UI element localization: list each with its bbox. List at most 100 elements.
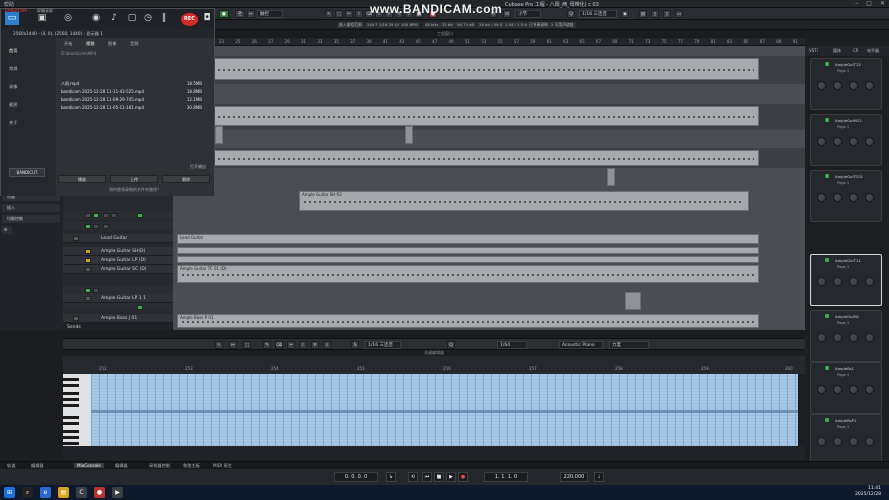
help-tip[interactable]: 如何更改录制的文件夹路径？	[56, 187, 214, 193]
bandicut-button[interactable]: BANDICUT	[9, 168, 45, 177]
screen-mode-icon[interactable]: ▭	[5, 12, 19, 25]
midi-event[interactable]: Lead Guitar	[177, 234, 759, 244]
tab-cr[interactable]: CR	[853, 48, 859, 53]
upload-button[interactable]: 上传	[110, 175, 158, 183]
midi-event[interactable]: Ample Guitar TC 01 (D)	[177, 265, 759, 283]
event-display[interactable]: Ample Guitar SH R2 Lead Guitar Ample Gui…	[173, 46, 805, 330]
piano-keyboard[interactable]	[63, 374, 91, 446]
quick-control-knob[interactable]	[849, 333, 858, 342]
grid-dropdown[interactable]: 1/16 三连音	[365, 341, 401, 349]
file-row[interactable]: bandicam 2025-12-28 11-11-43-525.mp4 18.…	[61, 89, 206, 96]
instrument-slot[interactable]: AmpleGuiTC01 Page 1	[810, 170, 882, 222]
black-key[interactable]	[63, 442, 79, 445]
sidebar-item-video[interactable]: 录像	[9, 84, 17, 90]
windows-start-icon[interactable]: ⊞	[4, 487, 15, 498]
sidebar-item-about[interactable]: 关于	[9, 120, 17, 126]
track-name[interactable]: Ample Guitar LP (D)	[101, 258, 146, 263]
quick-control-knob[interactable]	[833, 437, 842, 446]
solo-button[interactable]	[85, 258, 91, 263]
webcam-icon[interactable]: ◉	[89, 12, 103, 25]
track-row[interactable]: Ample Bass J 01	[63, 314, 173, 323]
quick-control-knob[interactable]	[849, 437, 858, 446]
stop-icon[interactable]: ■	[434, 472, 444, 482]
quick-control-knob[interactable]	[817, 333, 826, 342]
audio-event[interactable]	[607, 168, 615, 186]
zoom-tool-icon[interactable]: ⌕	[323, 341, 331, 349]
file-row[interactable]: bandicam 2025-12-28 11-09-29-745.mp4 12.…	[61, 97, 206, 104]
tab-audio[interactable]: 音频	[130, 41, 138, 47]
file-row[interactable]: bandicam 2025-12-28 11-05-11-181.mp4 30.…	[61, 105, 206, 112]
draw-tool-icon[interactable]: ✎	[263, 341, 271, 349]
track-row[interactable]: Ample Guitar SC (D)	[63, 265, 173, 274]
write-button[interactable]	[111, 212, 117, 218]
quick-control-knob[interactable]	[865, 81, 874, 90]
instrument-slot[interactable]: AmpleGuiM12 Page 1	[810, 114, 882, 166]
audio-event[interactable]	[405, 126, 413, 144]
minimize-icon[interactable]: –	[855, 0, 858, 7]
project-ruler[interactable]: 23 25 26 27 29 31 33 35 37 39 41 43 45 47 49 51 53 55 57 59…	[215, 38, 805, 46]
quick-control-knob[interactable]	[849, 277, 858, 286]
maximize-icon[interactable]: □	[866, 0, 872, 7]
timer-icon[interactable]: ◷	[141, 12, 155, 25]
folder-icon[interactable]: ▢	[125, 12, 139, 25]
close-icon[interactable]: ✕	[880, 0, 885, 7]
window-layout-icon[interactable]: ▤	[639, 10, 647, 18]
glue-tool-icon[interactable]: ⌇	[355, 10, 363, 18]
black-key[interactable]	[63, 416, 79, 419]
track-name[interactable]: Ample Guitar LP 1 1	[101, 296, 146, 301]
quick-control-knob[interactable]	[833, 137, 842, 146]
range-tool-icon[interactable]: ⬚	[335, 10, 343, 18]
quantize-icon[interactable]: Q	[567, 10, 575, 18]
record-icon[interactable]: ●	[458, 472, 468, 482]
color-swatch-icon[interactable]: ◆	[621, 10, 629, 18]
play-icon[interactable]: ▶	[446, 472, 456, 482]
mute-button[interactable]	[85, 296, 91, 301]
app-taskbar-icon[interactable]: ▶	[112, 487, 123, 498]
solo-editor-icon[interactable]: S	[351, 341, 359, 349]
tempo-display[interactable]: 220.000	[560, 472, 588, 482]
track-name[interactable]: Ample Bass J 01	[101, 316, 137, 321]
monitor-button[interactable]	[93, 212, 99, 218]
instrument-slot[interactable]: AmpleGuiT13 Page 1	[810, 58, 882, 110]
loop-toggle-icon[interactable]: ⟲	[408, 472, 418, 482]
quick-control-knob[interactable]	[833, 193, 842, 202]
quick-control-knob[interactable]	[865, 333, 874, 342]
quantize-dropdown[interactable]: 1/16 三连音	[579, 10, 617, 18]
quick-control-knob[interactable]	[833, 81, 842, 90]
sidebar-item-home[interactable]: 首页	[9, 48, 17, 54]
quick-control-knob[interactable]	[849, 193, 858, 202]
quick-control-knob[interactable]	[865, 193, 874, 202]
snap-icon[interactable]: ⊡	[503, 10, 511, 18]
track-row[interactable]: Lead Guitar	[63, 234, 173, 243]
inspector-inserts[interactable]: 插入	[2, 204, 60, 212]
tab-image[interactable]: 图像	[108, 41, 116, 47]
read-button[interactable]	[93, 223, 99, 229]
solo-button[interactable]	[85, 249, 91, 254]
audio-event[interactable]: Ample Guitar SH R2	[299, 191, 749, 211]
instrument-dropdown[interactable]: Acoustic Piano	[559, 341, 603, 349]
punch-in-icon[interactable]: ↳	[386, 472, 396, 482]
track-name[interactable]: Lead Guitar	[101, 236, 127, 241]
length-quantize-dropdown[interactable]: 1/64	[497, 341, 527, 349]
power-icon[interactable]	[825, 62, 829, 66]
quick-control-knob[interactable]	[833, 277, 842, 286]
lower-zone-icon[interactable]: ▭	[675, 10, 683, 18]
quick-control-knob[interactable]	[865, 137, 874, 146]
help-menu[interactable]: 帮助	[4, 1, 14, 8]
power-icon[interactable]	[825, 314, 829, 318]
track-name[interactable]: Ample Guitar SC (D)	[101, 267, 147, 272]
audio-event[interactable]	[173, 150, 759, 166]
monitor-button[interactable]	[85, 287, 91, 293]
camera-icon[interactable]: ◘	[200, 12, 214, 25]
quick-control-knob[interactable]	[865, 277, 874, 286]
file-row[interactable]: 八阳.mp4 18.5MB	[61, 81, 206, 88]
controller-lane[interactable]	[63, 446, 805, 461]
cubase-taskbar-icon[interactable]: C	[76, 487, 87, 498]
mic-icon[interactable]: ♪	[107, 12, 121, 25]
tab-media[interactable]: 媒体	[833, 48, 841, 54]
open-folder-link[interactable]: 打开输出	[190, 164, 206, 170]
sidebar-item-image[interactable]: 截图	[9, 102, 17, 108]
tab-video[interactable]: 视频	[86, 41, 94, 47]
system-clock[interactable]: 11:41 2025/12/28	[855, 486, 881, 498]
quick-control-knob[interactable]	[817, 137, 826, 146]
